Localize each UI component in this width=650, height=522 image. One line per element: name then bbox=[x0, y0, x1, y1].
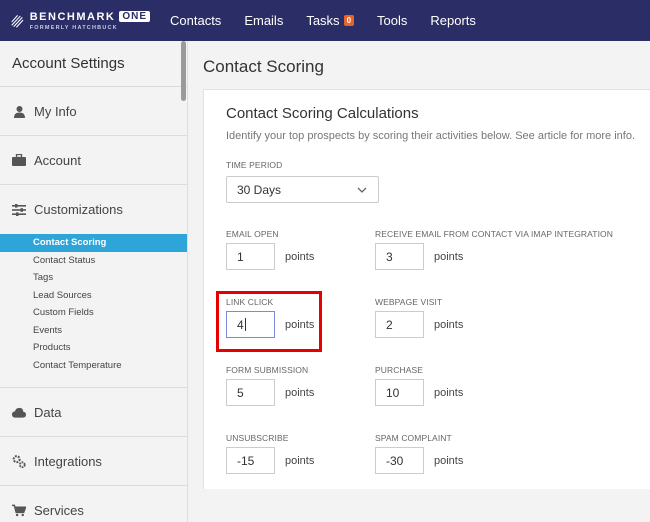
person-icon bbox=[12, 104, 26, 118]
email-open-input[interactable]: 1 bbox=[226, 243, 275, 270]
purchase-points-label: points bbox=[434, 387, 464, 399]
cart-icon bbox=[12, 503, 26, 517]
webpage-visit-points-label: points bbox=[434, 319, 464, 331]
sidebar-item-label: Integrations bbox=[34, 453, 102, 469]
sidebar-item-label: Data bbox=[34, 404, 62, 420]
purchase-input[interactable]: 10 bbox=[375, 379, 424, 406]
sidebar-item-data[interactable]: Data bbox=[0, 388, 187, 437]
sidebar-item-integrations[interactable]: Integrations bbox=[0, 437, 187, 486]
form-submission-points-label: points bbox=[285, 387, 315, 399]
webpage-visit-input[interactable]: 2 bbox=[375, 311, 424, 338]
sidebar-subitem-contact-temperature[interactable]: Contact Temperature bbox=[0, 357, 187, 375]
sidebar-subitem-products[interactable]: Products bbox=[0, 339, 187, 357]
page-title: Contact Scoring bbox=[203, 57, 324, 76]
spam-complaint-label: SPAM COMPLAINT bbox=[375, 433, 452, 443]
nav-reports-label: Reports bbox=[430, 13, 476, 28]
spam-complaint-input[interactable]: -30 bbox=[375, 447, 424, 474]
sidebar-item-customizations[interactable]: Customizations bbox=[0, 185, 187, 234]
main-nav: Contacts Emails Tasks 0 Tools Reports bbox=[170, 13, 499, 28]
sidebar-item-label: Customizations bbox=[34, 202, 123, 217]
sidebar-scrollbar[interactable] bbox=[181, 41, 186, 101]
sidebar-item-label: Account bbox=[34, 152, 81, 168]
sidebar-title: Account Settings bbox=[0, 41, 187, 87]
nav-contacts[interactable]: Contacts bbox=[170, 13, 221, 28]
spam-complaint-points-label: points bbox=[434, 455, 464, 467]
time-period-label: TIME PERIOD bbox=[226, 160, 283, 170]
settings-sidebar: Account Settings My Info Account Customi… bbox=[0, 41, 188, 522]
nav-reports[interactable]: Reports bbox=[430, 13, 476, 28]
sidebar-subitem-contact-scoring[interactable]: Contact Scoring bbox=[0, 234, 187, 252]
form-submission-label: FORM SUBMISSION bbox=[226, 365, 309, 375]
nav-emails-label: Emails bbox=[244, 13, 284, 28]
sliders-icon bbox=[12, 203, 26, 217]
sidebar-item-label: Services bbox=[34, 502, 84, 518]
sidebar-subitem-lead-sources[interactable]: Lead Sources bbox=[0, 287, 187, 305]
card-description: Identify your top prospects by scoring t… bbox=[226, 130, 636, 142]
top-nav-bar: BENCHMARK ONE FORMERLY HATCHBUCK Contacts… bbox=[0, 0, 650, 41]
briefcase-icon bbox=[12, 153, 26, 167]
logo-name: BENCHMARK bbox=[29, 10, 116, 23]
nav-emails[interactable]: Emails bbox=[244, 13, 283, 28]
receive-email-points-label: points bbox=[434, 251, 464, 263]
logo-subtitle: FORMERLY HATCHBUCK bbox=[29, 24, 118, 31]
unsubscribe-points-label: points bbox=[285, 455, 315, 467]
receive-email-input[interactable]: 3 bbox=[375, 243, 424, 270]
unsubscribe-label: UNSUBSCRIBE bbox=[226, 433, 289, 443]
sidebar-item-account[interactable]: Account bbox=[0, 136, 187, 185]
sidebar-item-label: My Info bbox=[34, 103, 77, 119]
sidebar-subitem-custom-fields[interactable]: Custom Fields bbox=[0, 304, 187, 322]
card-title: Contact Scoring Calculations bbox=[226, 105, 419, 122]
cloud-icon bbox=[12, 405, 26, 419]
sidebar-subitem-events[interactable]: Events bbox=[0, 322, 187, 340]
sidebar-item-my-info[interactable]: My Info bbox=[0, 87, 187, 136]
form-submission-input[interactable]: 5 bbox=[226, 379, 275, 406]
nav-tasks[interactable]: Tasks 0 bbox=[306, 13, 355, 28]
sidebar-subitem-tags[interactable]: Tags bbox=[0, 269, 187, 287]
purchase-label: PURCHASE bbox=[375, 365, 424, 375]
unsubscribe-input[interactable]: -15 bbox=[226, 447, 275, 474]
sidebar-item-services[interactable]: Services bbox=[0, 486, 187, 522]
nav-contacts-label: Contacts bbox=[170, 13, 222, 28]
chevron-down-icon bbox=[357, 187, 367, 193]
logo-one: ONE bbox=[119, 11, 150, 22]
email-open-label: EMAIL OPEN bbox=[226, 229, 279, 239]
nav-tasks-label: Tasks bbox=[306, 13, 340, 28]
webpage-visit-label: WEBPAGE VISIT bbox=[375, 297, 443, 307]
email-open-points-label: points bbox=[285, 251, 315, 263]
time-period-value: 30 Days bbox=[237, 183, 282, 197]
receive-email-label: RECEIVE EMAIL FROM CONTACT VIA IMAP INTE… bbox=[375, 229, 614, 239]
tasks-count-badge: 0 bbox=[343, 15, 355, 26]
contact-scoring-card: Contact Scoring Calculations Identify yo… bbox=[203, 89, 650, 489]
nav-tools-label: Tools bbox=[377, 13, 408, 28]
gears-icon bbox=[12, 454, 26, 468]
sidebar-subitem-contact-status[interactable]: Contact Status bbox=[0, 252, 187, 270]
logo-mark-icon bbox=[11, 14, 24, 28]
time-period-select[interactable]: 30 Days bbox=[226, 176, 379, 203]
benchmark-logo[interactable]: BENCHMARK ONE FORMERLY HATCHBUCK bbox=[10, 10, 150, 32]
link-click-highlight-box bbox=[216, 291, 322, 352]
customizations-submenu: Contact Scoring Contact Status Tags Lead… bbox=[0, 234, 187, 388]
nav-tools[interactable]: Tools bbox=[377, 13, 407, 28]
